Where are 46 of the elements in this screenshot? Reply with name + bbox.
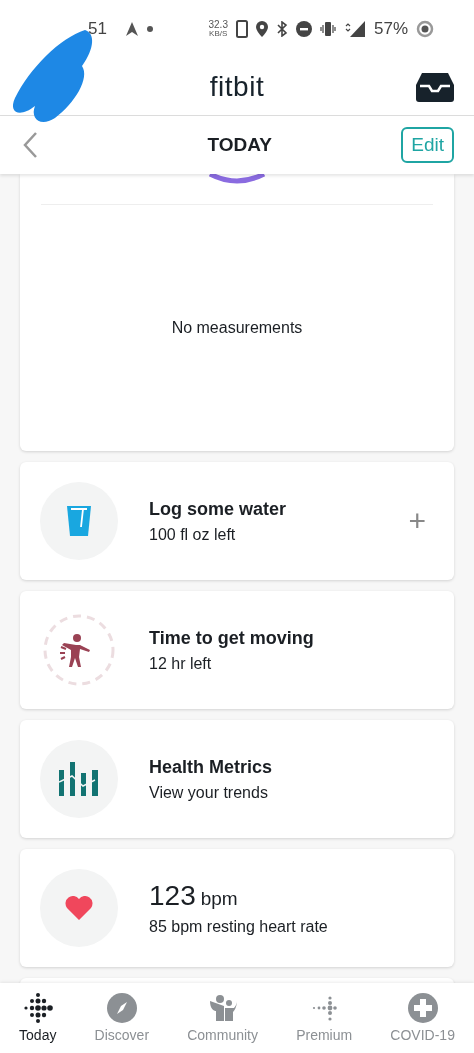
tile-card[interactable]: Log some water 100 fl oz left + bbox=[20, 462, 454, 580]
edit-button[interactable]: Edit bbox=[401, 127, 454, 163]
inbox-icon[interactable] bbox=[416, 72, 454, 102]
phone-icon bbox=[235, 20, 248, 38]
battery-saver-icon bbox=[416, 20, 434, 38]
vibrate-icon bbox=[319, 21, 336, 37]
bar-chart-icon bbox=[59, 762, 99, 796]
back-icon[interactable] bbox=[22, 131, 38, 159]
location-icon bbox=[255, 21, 268, 37]
tab-item[interactable]: Community bbox=[185, 993, 260, 1043]
add-button[interactable]: + bbox=[400, 504, 434, 538]
do-not-disturb-icon bbox=[295, 21, 312, 37]
progress-ring-icon bbox=[207, 174, 267, 184]
network-speed-unit: KB/S bbox=[209, 30, 228, 38]
bluetooth-icon bbox=[275, 21, 288, 37]
network-speed: 32.3 bbox=[208, 20, 228, 30]
tile-card[interactable]: 123 bpm 85 bpm resting heart rate bbox=[20, 849, 454, 967]
tab-item[interactable]: COVID-19 bbox=[388, 993, 457, 1043]
heart-rate-unit: bpm bbox=[200, 888, 238, 910]
tile-title: Log some water bbox=[149, 498, 288, 520]
dot-icon bbox=[146, 26, 153, 32]
plus-circle-icon bbox=[407, 993, 438, 1023]
signal-icon bbox=[343, 20, 366, 38]
heart-icon bbox=[65, 896, 93, 920]
tile-title: Health Metrics bbox=[149, 756, 274, 778]
tile-card[interactable]: Time to get moving 12 hr left bbox=[20, 591, 454, 709]
tile-subtitle: 100 fl oz left bbox=[149, 525, 237, 544]
compass-icon bbox=[106, 993, 137, 1023]
community-icon bbox=[207, 993, 238, 1023]
tile-subtitle: View your trends bbox=[149, 783, 269, 802]
status-time: 51 bbox=[88, 19, 107, 39]
dots-logo-icon bbox=[22, 993, 53, 1023]
navigation-icon bbox=[124, 21, 139, 37]
tile-subtitle: 85 bpm resting heart rate bbox=[149, 918, 329, 936]
battery-percent: 57% bbox=[373, 19, 408, 39]
tab-item[interactable]: Today bbox=[17, 993, 59, 1043]
water-glass-icon bbox=[66, 505, 92, 537]
tile-card[interactable]: Health Metrics View your trends bbox=[20, 720, 454, 838]
tab-item[interactable]: Premium bbox=[294, 993, 355, 1043]
app-logo: fitbit bbox=[209, 70, 265, 103]
page-title: TODAY bbox=[206, 134, 273, 156]
tile-title: Time to get moving bbox=[149, 627, 315, 649]
tile-subtitle: 12 hr left bbox=[149, 654, 213, 673]
heart-rate-value: 123 bbox=[149, 880, 196, 912]
tab-item[interactable]: Discover bbox=[92, 993, 152, 1043]
empty-message: No measurements bbox=[171, 319, 303, 337]
